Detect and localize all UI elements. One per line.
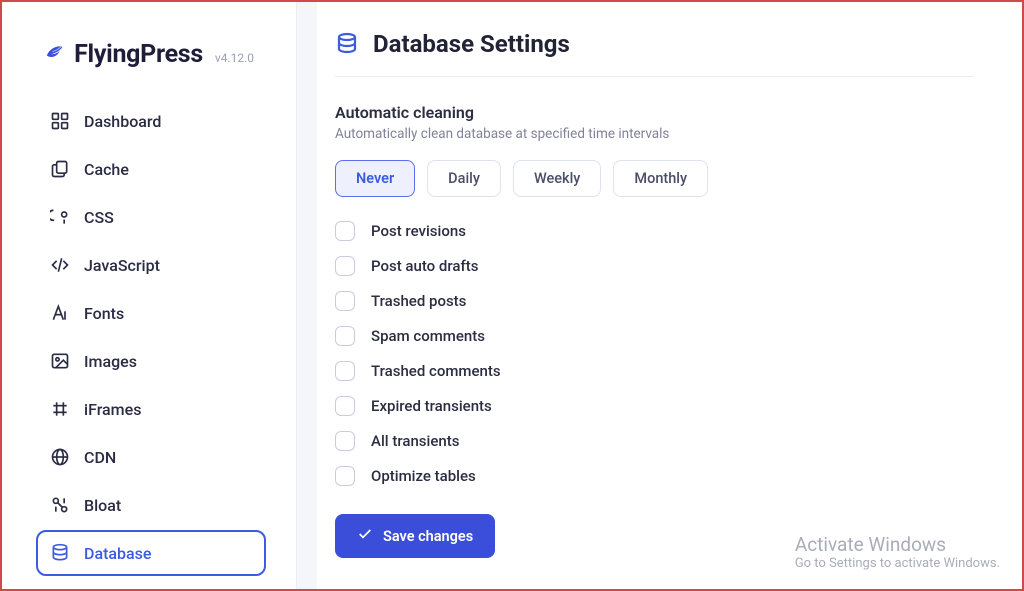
sidebar-item-cdn[interactable]: CDN xyxy=(36,434,266,480)
css-icon xyxy=(50,207,70,227)
checkbox[interactable] xyxy=(335,326,355,346)
checkbox-label: Trashed posts xyxy=(371,292,466,310)
checkbox-label: Trashed comments xyxy=(371,362,501,380)
sidebar-item-label: Fonts xyxy=(84,304,124,323)
interval-option-weekly[interactable]: Weekly xyxy=(513,160,601,197)
checkbox-label: Post auto drafts xyxy=(371,257,479,275)
brand-name: FlyingPress xyxy=(74,40,203,69)
option-optimize-tables: Optimize tables xyxy=(335,466,974,486)
sidebar-item-label: Database xyxy=(84,544,151,563)
interval-option-monthly[interactable]: Monthly xyxy=(613,160,708,197)
main-content: Database Settings Automatic cleaning Aut… xyxy=(317,2,1022,589)
page-title: Database Settings xyxy=(373,30,570,58)
sidebar-item-iframes[interactable]: iFrames xyxy=(36,386,266,432)
checkbox-label: Expired transients xyxy=(371,397,492,415)
sidebar-item-label: CSS xyxy=(84,208,114,227)
sidebar-nav: Dashboard Cache CSS JavaScript xyxy=(2,94,296,576)
iframes-icon xyxy=(50,399,70,419)
brand-version: v4.12.0 xyxy=(215,51,254,65)
checkbox[interactable] xyxy=(335,221,355,241)
check-icon xyxy=(357,526,373,546)
option-trashed-posts: Trashed posts xyxy=(335,291,974,311)
option-trashed-comments: Trashed comments xyxy=(335,361,974,381)
sidebar-item-label: iFrames xyxy=(84,400,141,419)
section-description: Automatically clean database at specifie… xyxy=(335,126,974,142)
sidebar-item-label: Bloat xyxy=(84,496,121,515)
checkbox[interactable] xyxy=(335,466,355,486)
interval-option-daily[interactable]: Daily xyxy=(427,160,501,197)
checkbox[interactable] xyxy=(335,396,355,416)
cdn-icon xyxy=(50,447,70,467)
bloat-icon xyxy=(50,495,70,515)
brand: FlyingPress v4.12.0 xyxy=(2,22,296,94)
interval-options: Never Daily Weekly Monthly xyxy=(335,160,974,197)
automatic-cleaning-section: Automatic cleaning Automatically clean d… xyxy=(335,103,974,558)
sidebar-item-fonts[interactable]: Fonts xyxy=(36,290,266,336)
database-icon xyxy=(50,543,70,563)
sidebar-item-label: Dashboard xyxy=(84,112,161,131)
brand-logo-icon xyxy=(44,34,64,70)
sidebar-item-javascript[interactable]: JavaScript xyxy=(36,242,266,288)
save-button-label: Save changes xyxy=(383,528,473,545)
sidebar-item-database[interactable]: Database xyxy=(36,530,266,576)
checkbox-label: Spam comments xyxy=(371,327,485,345)
option-post-auto-drafts: Post auto drafts xyxy=(335,256,974,276)
sidebar-item-dashboard[interactable]: Dashboard xyxy=(36,98,266,144)
watermark-subtitle: Go to Settings to activate Windows. xyxy=(795,556,1000,571)
option-all-transients: All transients xyxy=(335,431,974,451)
option-spam-comments: Spam comments xyxy=(335,326,974,346)
sidebar: FlyingPress v4.12.0 Dashboard Cache xyxy=(2,2,297,589)
interval-option-never[interactable]: Never xyxy=(335,160,415,197)
sidebar-item-label: JavaScript xyxy=(84,256,160,275)
cleaning-options-list: Post revisions Post auto drafts Trashed … xyxy=(335,221,974,486)
sidebar-item-bloat[interactable]: Bloat xyxy=(36,482,266,528)
javascript-icon xyxy=(50,255,70,275)
section-title: Automatic cleaning xyxy=(335,103,974,122)
checkbox[interactable] xyxy=(335,256,355,276)
checkbox-label: Optimize tables xyxy=(371,467,476,485)
option-post-revisions: Post revisions xyxy=(335,221,974,241)
sidebar-item-label: CDN xyxy=(84,448,116,467)
sidebar-item-cache[interactable]: Cache xyxy=(36,146,266,192)
sidebar-item-images[interactable]: Images xyxy=(36,338,266,384)
page-title-row: Database Settings xyxy=(335,30,974,58)
dashboard-icon xyxy=(50,111,70,131)
checkbox[interactable] xyxy=(335,431,355,451)
save-button[interactable]: Save changes xyxy=(335,514,495,558)
option-expired-transients: Expired transients xyxy=(335,396,974,416)
checkbox[interactable] xyxy=(335,291,355,311)
fonts-icon xyxy=(50,303,70,323)
sidebar-item-label: Images xyxy=(84,352,137,371)
images-icon xyxy=(50,351,70,371)
cache-icon xyxy=(50,159,70,179)
checkbox-label: All transients xyxy=(371,432,459,450)
sidebar-item-css[interactable]: CSS xyxy=(36,194,266,240)
database-icon xyxy=(335,32,359,56)
checkbox-label: Post revisions xyxy=(371,222,466,240)
sidebar-item-label: Cache xyxy=(84,160,129,179)
checkbox[interactable] xyxy=(335,361,355,381)
divider xyxy=(335,76,974,77)
